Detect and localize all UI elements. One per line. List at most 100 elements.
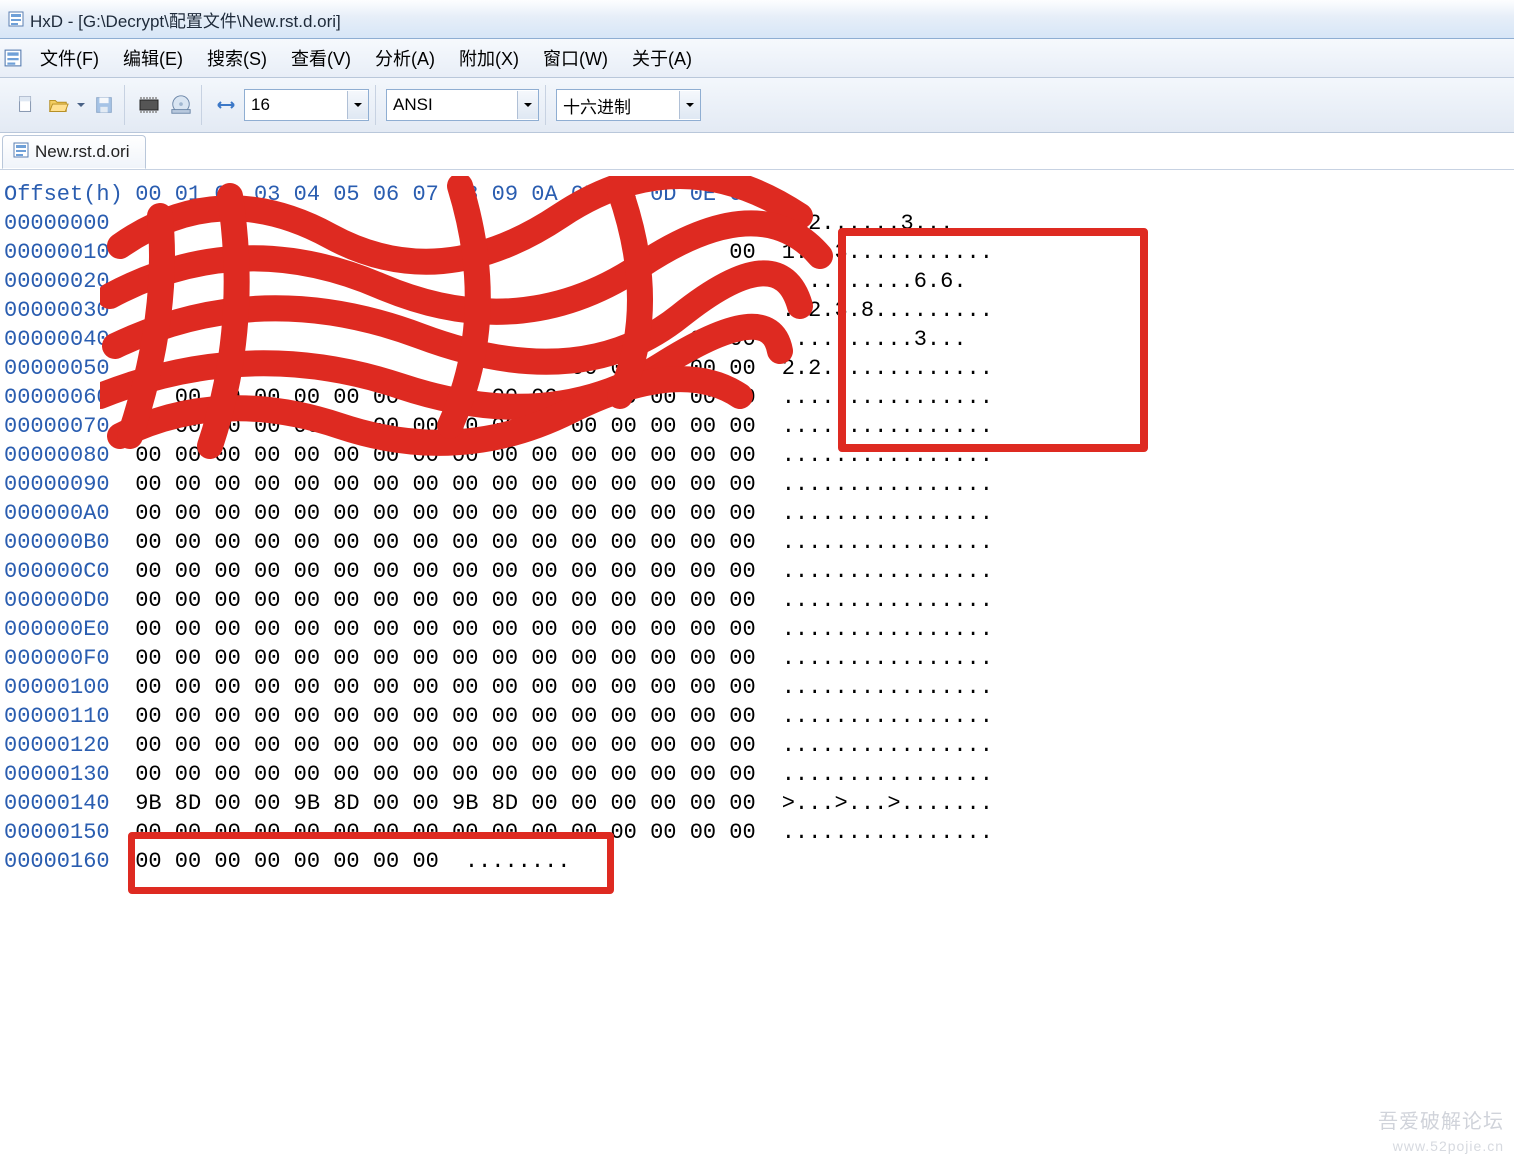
ascii-cell[interactable]: ................ bbox=[756, 441, 993, 470]
hex-bytes[interactable]: 00 00 00 00 00 00 00 00 00 00 00 00 00 0… bbox=[122, 673, 756, 702]
ascii-cell[interactable]: ........ bbox=[439, 847, 571, 876]
hex-row[interactable]: 00000010 001.0.3........... bbox=[4, 238, 1510, 267]
number-base-combo[interactable] bbox=[556, 89, 701, 121]
ascii-cell[interactable]: ................ bbox=[756, 615, 993, 644]
hex-bytes[interactable] bbox=[122, 296, 756, 325]
menu-view[interactable]: 查看(V) bbox=[279, 41, 363, 75]
bytes-per-row-input[interactable] bbox=[245, 92, 347, 118]
ascii-cell[interactable]: ................ bbox=[756, 383, 993, 412]
chevron-down-icon[interactable] bbox=[517, 91, 538, 119]
menu-extras[interactable]: 附加(X) bbox=[447, 41, 531, 75]
hex-bytes[interactable]: 00 00 00 00 00 00 00 00 00 00 00 00 00 0… bbox=[122, 731, 756, 760]
hex-row[interactable]: 00000070 00 00 00 00 00 00 00 00 00 00 0… bbox=[4, 412, 1510, 441]
ascii-cell[interactable]: ................ bbox=[756, 818, 993, 847]
encoding-combo[interactable] bbox=[386, 89, 539, 121]
ascii-cell[interactable]: >...>...>....... bbox=[756, 789, 993, 818]
hex-bytes[interactable] bbox=[122, 209, 756, 238]
hex-row[interactable]: 00000120 00 00 00 00 00 00 00 00 00 00 0… bbox=[4, 731, 1510, 760]
menu-search[interactable]: 搜索(S) bbox=[195, 41, 279, 75]
ascii-cell[interactable]: ................ bbox=[756, 528, 993, 557]
hex-row[interactable]: 00000140 9B 8D 00 00 9B 8D 00 00 9B 8D 0… bbox=[4, 789, 1510, 818]
hex-row[interactable]: 00000160 00 00 00 00 00 00 00 00........ bbox=[4, 847, 1510, 876]
ascii-cell[interactable]: ................ bbox=[756, 499, 993, 528]
hex-row[interactable]: 00000090 00 00 00 00 00 00 00 00 00 00 0… bbox=[4, 470, 1510, 499]
hex-row[interactable]: 00000000 ..2......3... bbox=[4, 209, 1510, 238]
hex-bytes[interactable]: 00 00 00 00 00 00 00 00 00 00 00 00 00 0… bbox=[122, 412, 756, 441]
number-base-input[interactable] bbox=[557, 92, 679, 118]
hex-row[interactable]: 000000D0 00 00 00 00 00 00 00 00 00 00 0… bbox=[4, 586, 1510, 615]
ascii-cell[interactable]: ..2.3.8......... bbox=[756, 296, 993, 325]
encoding-input[interactable] bbox=[387, 92, 517, 118]
file-icon bbox=[13, 142, 29, 163]
hex-bytes[interactable]: 00 00 00 00 00 00 00 00 00 00 00 00 00 0… bbox=[122, 615, 756, 644]
hex-bytes[interactable]: 00 00 00 00 00 00 00 00 00 00 00 00 00 0… bbox=[122, 644, 756, 673]
chevron-down-icon[interactable] bbox=[679, 91, 700, 119]
hex-row[interactable]: 00000080 00 00 00 00 00 00 00 00 00 00 0… bbox=[4, 441, 1510, 470]
save-button[interactable] bbox=[90, 91, 118, 119]
hex-row[interactable]: 000000C0 00 00 00 00 00 00 00 00 00 00 0… bbox=[4, 557, 1510, 586]
hex-row[interactable]: 00000150 00 00 00 00 00 00 00 00 00 00 0… bbox=[4, 818, 1510, 847]
ascii-cell[interactable]: ................ bbox=[756, 470, 993, 499]
menu-about[interactable]: 关于(A) bbox=[620, 41, 704, 75]
document-tab[interactable]: New.rst.d.ori bbox=[2, 135, 146, 169]
menu-file-icon bbox=[4, 49, 22, 67]
hex-bytes[interactable]: 00 00 00 00 00 00 00 00 00 00 00 00 00 0… bbox=[122, 557, 756, 586]
hex-row[interactable]: 000000A0 00 00 00 00 00 00 00 00 00 00 0… bbox=[4, 499, 1510, 528]
hex-row[interactable]: 000000F0 00 00 00 00 00 00 00 00 00 00 0… bbox=[4, 644, 1510, 673]
ascii-cell[interactable]: 2.2............. bbox=[756, 354, 993, 383]
new-file-button[interactable] bbox=[12, 91, 40, 119]
hex-row[interactable]: 00000110 00 00 00 00 00 00 00 00 00 00 0… bbox=[4, 702, 1510, 731]
ascii-cell[interactable]: ..........3... bbox=[756, 325, 967, 354]
hex-row[interactable]: 00000020 ..........6.6. bbox=[4, 267, 1510, 296]
ascii-cell[interactable]: ..........6.6. bbox=[756, 267, 967, 296]
open-file-button[interactable] bbox=[44, 91, 72, 119]
chevron-down-icon[interactable] bbox=[347, 91, 368, 119]
hex-bytes[interactable]: 00 00 00 00 00 00 00 00 00 00 00 00 00 0… bbox=[122, 528, 756, 557]
hex-row[interactable]: 00000100 00 00 00 00 00 00 00 00 00 00 0… bbox=[4, 673, 1510, 702]
menu-file[interactable]: 文件(F) bbox=[28, 41, 111, 75]
hex-row[interactable]: 000000E0 00 00 00 00 00 00 00 00 00 00 0… bbox=[4, 615, 1510, 644]
ascii-cell[interactable]: ................ bbox=[756, 644, 993, 673]
ascii-cell[interactable]: ..2......3... bbox=[756, 209, 954, 238]
hex-row[interactable]: 00000050 00 00 00 00 00 002.2...........… bbox=[4, 354, 1510, 383]
ram-button[interactable] bbox=[135, 91, 163, 119]
hex-bytes[interactable]: 00 00 00 00 00 00 00 00 00 00 00 00 00 0… bbox=[122, 470, 756, 499]
hex-bytes[interactable]: 2E 00 bbox=[122, 325, 756, 354]
hex-bytes[interactable] bbox=[122, 267, 756, 296]
ascii-cell[interactable]: ................ bbox=[756, 412, 993, 441]
ascii-cell[interactable]: ................ bbox=[756, 586, 993, 615]
hex-row[interactable]: 00000130 00 00 00 00 00 00 00 00 00 00 0… bbox=[4, 760, 1510, 789]
hex-row[interactable]: 00000060 00 00 00 00 00 00 00 00 00 00 0… bbox=[4, 383, 1510, 412]
hex-row[interactable]: 00000030 ..2.3.8......... bbox=[4, 296, 1510, 325]
ascii-cell[interactable]: 1.0.3........... bbox=[756, 238, 993, 267]
hex-bytes[interactable]: 00 00 00 00 00 00 00 00 00 00 00 00 00 0… bbox=[122, 760, 756, 789]
width-icon bbox=[212, 91, 240, 119]
ascii-cell[interactable]: ................ bbox=[756, 557, 993, 586]
hex-row[interactable]: 000000B0 00 00 00 00 00 00 00 00 00 00 0… bbox=[4, 528, 1510, 557]
ascii-cell[interactable]: ................ bbox=[756, 673, 993, 702]
hex-bytes[interactable]: 00 bbox=[122, 238, 756, 267]
ascii-cell[interactable]: ................ bbox=[756, 731, 993, 760]
app-icon bbox=[8, 11, 24, 27]
hex-editor[interactable]: Offset(h) 00 01 02 03 04 05 06 07 08 09 … bbox=[0, 170, 1514, 880]
hex-bytes[interactable]: 9B 8D 00 00 9B 8D 00 00 9B 8D 00 00 00 0… bbox=[122, 789, 756, 818]
offset-cell: 000000F0 bbox=[4, 644, 122, 673]
hex-bytes[interactable]: 00 00 00 00 00 00 00 00 00 00 00 00 00 0… bbox=[122, 383, 756, 412]
dropdown-arrow-icon[interactable] bbox=[76, 94, 86, 116]
hex-bytes[interactable]: 00 00 00 00 00 00 00 00 00 00 00 00 00 0… bbox=[122, 818, 756, 847]
hex-bytes[interactable]: 00 00 00 00 00 00 00 00 00 00 00 00 00 0… bbox=[122, 441, 756, 470]
disk-button[interactable] bbox=[167, 91, 195, 119]
hex-bytes[interactable]: 00 00 00 00 00 00 bbox=[122, 354, 756, 383]
ascii-cell[interactable]: ................ bbox=[756, 702, 993, 731]
menu-analyze[interactable]: 分析(A) bbox=[363, 41, 447, 75]
hex-bytes[interactable]: 00 00 00 00 00 00 00 00 bbox=[122, 847, 439, 876]
hex-bytes[interactable]: 00 00 00 00 00 00 00 00 00 00 00 00 00 0… bbox=[122, 702, 756, 731]
menu-window[interactable]: 窗口(W) bbox=[531, 41, 620, 75]
hex-bytes[interactable]: 00 00 00 00 00 00 00 00 00 00 00 00 00 0… bbox=[122, 499, 756, 528]
hex-bytes[interactable]: 00 00 00 00 00 00 00 00 00 00 00 00 00 0… bbox=[122, 586, 756, 615]
offset-cell: 00000080 bbox=[4, 441, 122, 470]
hex-row[interactable]: 00000040 2E 00..........3... bbox=[4, 325, 1510, 354]
bytes-per-row-combo[interactable] bbox=[244, 89, 369, 121]
menu-edit[interactable]: 编辑(E) bbox=[111, 41, 195, 75]
ascii-cell[interactable]: ................ bbox=[756, 760, 993, 789]
